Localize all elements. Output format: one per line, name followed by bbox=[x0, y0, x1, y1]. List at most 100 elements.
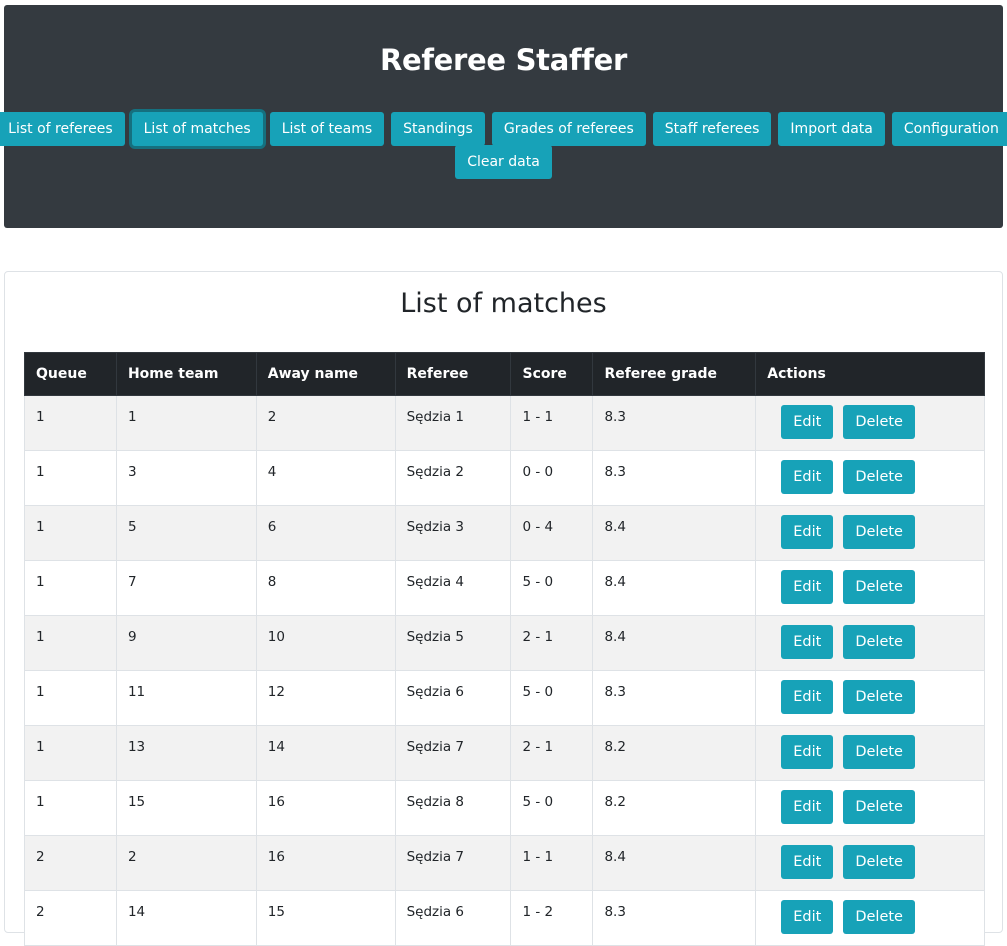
actions-cell: Edit Delete bbox=[755, 780, 985, 836]
queue-cell: 1 bbox=[24, 725, 117, 781]
edit-button[interactable]: Edit bbox=[781, 515, 834, 549]
table-row: 1 13 14 Sędzia 72 - 1 8.2 Edit Delete bbox=[24, 725, 985, 781]
grade-cell: 8.3 bbox=[592, 450, 757, 506]
actions-cell: Edit Delete bbox=[755, 505, 985, 561]
table-row: 1 1 2 Sędzia 11 - 1 8.3 Edit Delete bbox=[24, 395, 985, 451]
away-team-cell: 2 bbox=[255, 395, 396, 451]
home-team-cell: 11 bbox=[115, 670, 257, 726]
app-title: Referee Staffer bbox=[379, 43, 628, 77]
referee-cell: Sędzia 3 bbox=[394, 505, 512, 561]
referee-cell: Sędzia 7 bbox=[394, 835, 512, 891]
edit-button[interactable]: Edit bbox=[781, 735, 834, 769]
nav-standings-button[interactable]: Standings bbox=[391, 112, 485, 146]
nav-list-of-teams-button[interactable]: List of teams bbox=[269, 112, 385, 146]
edit-button[interactable]: Edit bbox=[781, 460, 834, 494]
home-team-cell: 2 bbox=[115, 835, 257, 891]
actions-cell: Edit Delete bbox=[755, 395, 985, 451]
queue-cell: 1 bbox=[24, 780, 117, 836]
score-cell: 0 - 0 bbox=[510, 450, 594, 506]
home-team-cell: 3 bbox=[115, 450, 257, 506]
edit-button[interactable]: Edit bbox=[781, 625, 834, 659]
nav-clear-data-button[interactable]: Clear data bbox=[455, 145, 552, 179]
edit-button[interactable]: Edit bbox=[781, 790, 834, 824]
edit-button[interactable]: Edit bbox=[781, 405, 834, 439]
table-row: 1 11 12 Sędzia 65 - 0 8.3 Edit Delete bbox=[24, 670, 985, 726]
score-cell: 0 - 4 bbox=[510, 505, 594, 561]
away-team-cell: 8 bbox=[255, 560, 396, 616]
delete-button[interactable]: Delete bbox=[843, 680, 915, 714]
nav-list-of-matches-button[interactable]: List of matches bbox=[128, 109, 266, 149]
referee-cell: Sędzia 6 bbox=[394, 890, 512, 946]
edit-button[interactable]: Edit bbox=[781, 845, 834, 879]
delete-button[interactable]: Delete bbox=[843, 790, 915, 824]
home-team-cell: 13 bbox=[115, 725, 257, 781]
home-team-cell: 9 bbox=[115, 615, 257, 671]
queue-cell: 2 bbox=[24, 835, 117, 891]
grade-cell: 8.3 bbox=[592, 395, 757, 451]
queue-cell: 1 bbox=[24, 395, 117, 451]
table-row: 2 14 15 Sędzia 61 - 2 8.3 Edit Delete bbox=[24, 890, 985, 946]
queue-cell: 1 bbox=[24, 505, 117, 561]
score-cell: 1 - 2 bbox=[510, 890, 594, 946]
away-team-cell: 10 bbox=[255, 615, 396, 671]
score-cell: 5 - 0 bbox=[510, 670, 594, 726]
delete-button[interactable]: Delete bbox=[843, 625, 915, 659]
edit-button[interactable]: Edit bbox=[781, 680, 834, 714]
referee-cell: Sędzia 8 bbox=[394, 780, 512, 836]
table-row: 2 2 16 Sędzia 71 - 1 8.4 Edit Delete bbox=[24, 835, 985, 891]
grade-cell: 8.3 bbox=[592, 670, 757, 726]
score-cell: 5 - 0 bbox=[510, 560, 594, 616]
home-team-cell: 15 bbox=[115, 780, 257, 836]
nav-grades-of-referees-button[interactable]: Grades of referees bbox=[491, 112, 646, 146]
page-title: List of matches bbox=[400, 288, 607, 319]
score-cell: 1 - 1 bbox=[510, 835, 594, 891]
table-row: 1 3 4 Sędzia 20 - 0 8.3 Edit Delete bbox=[24, 450, 985, 506]
referee-cell: Sędzia 7 bbox=[394, 725, 512, 781]
column-header: Referee grade bbox=[592, 352, 757, 396]
column-header: Score bbox=[510, 352, 594, 396]
queue-cell: 1 bbox=[24, 615, 117, 671]
delete-button[interactable]: Delete bbox=[843, 405, 915, 439]
away-team-cell: 16 bbox=[255, 835, 396, 891]
delete-button[interactable]: Delete bbox=[843, 460, 915, 494]
score-cell: 2 - 1 bbox=[510, 725, 594, 781]
nav-configuration-button[interactable]: Configuration bbox=[891, 112, 1007, 146]
actions-cell: Edit Delete bbox=[755, 615, 985, 671]
nav-import-data-button[interactable]: Import data bbox=[778, 112, 885, 146]
grade-cell: 8.3 bbox=[592, 890, 757, 946]
actions-cell: Edit Delete bbox=[755, 450, 985, 506]
home-team-cell: 14 bbox=[115, 890, 257, 946]
table-row: 1 5 6 Sędzia 30 - 4 8.4 Edit Delete bbox=[24, 505, 985, 561]
queue-cell: 1 bbox=[24, 670, 117, 726]
actions-cell: Edit Delete bbox=[755, 890, 985, 946]
referee-cell: Sędzia 2 bbox=[394, 450, 512, 506]
actions-cell: Edit Delete bbox=[755, 670, 985, 726]
edit-button[interactable]: Edit bbox=[781, 900, 834, 934]
queue-cell: 1 bbox=[24, 560, 117, 616]
score-cell: 1 - 1 bbox=[510, 395, 594, 451]
score-cell: 2 - 1 bbox=[510, 615, 594, 671]
delete-button[interactable]: Delete bbox=[843, 735, 915, 769]
header-panel: Referee Staffer List of referees List of … bbox=[0, 5, 1007, 228]
referee-cell: Sędzia 1 bbox=[394, 395, 512, 451]
grade-cell: 8.4 bbox=[592, 615, 757, 671]
delete-button[interactable]: Delete bbox=[843, 570, 915, 604]
away-team-cell: 4 bbox=[255, 450, 396, 506]
grade-cell: 8.4 bbox=[592, 835, 757, 891]
away-team-cell: 6 bbox=[255, 505, 396, 561]
away-team-cell: 14 bbox=[255, 725, 396, 781]
table-row: 1 9 10 Sędzia 52 - 1 8.4 Edit Delete bbox=[24, 615, 985, 671]
queue-cell: 2 bbox=[24, 890, 117, 946]
referee-cell: Sędzia 6 bbox=[394, 670, 512, 726]
delete-button[interactable]: Delete bbox=[843, 845, 915, 879]
edit-button[interactable]: Edit bbox=[781, 570, 834, 604]
nav-staff-referees-button[interactable]: Staff referees bbox=[652, 112, 772, 146]
delete-button[interactable]: Delete bbox=[843, 900, 915, 934]
actions-cell: Edit Delete bbox=[755, 560, 985, 616]
table-row: 1 15 16 Sędzia 85 - 0 8.2 Edit Delete bbox=[24, 780, 985, 836]
nav-list-of-referees-button[interactable]: List of referees bbox=[0, 112, 125, 146]
away-team-cell: 12 bbox=[255, 670, 396, 726]
column-header: Actions bbox=[755, 352, 985, 396]
delete-button[interactable]: Delete bbox=[843, 515, 915, 549]
column-header: Away name bbox=[255, 352, 396, 396]
